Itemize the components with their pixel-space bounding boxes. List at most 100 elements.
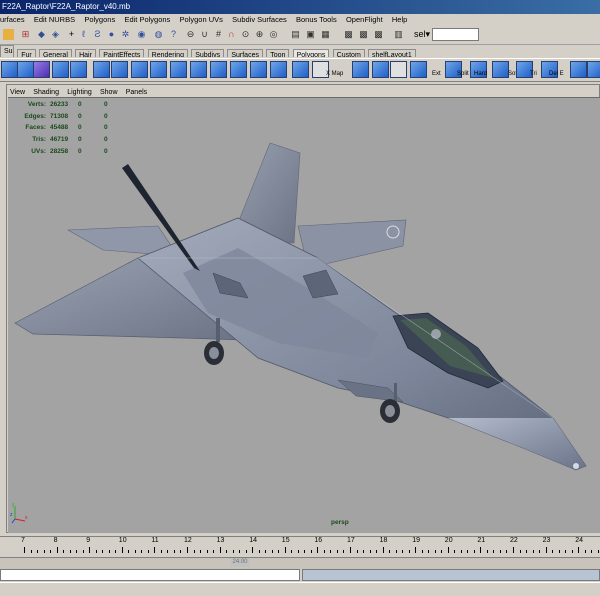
- snap-curve-icon[interactable]: ∩: [226, 29, 237, 40]
- menu-polygon-uvs[interactable]: Polygon UVs: [180, 15, 223, 24]
- timeline-tick-mark: [37, 550, 39, 553]
- poly-quadrangulate-icon[interactable]: [292, 61, 309, 78]
- panel-menu-shading[interactable]: Shading: [33, 89, 59, 96]
- clapper-ipr-icon[interactable]: ▩: [358, 29, 369, 40]
- timeline-tick-mark: [499, 550, 501, 553]
- poly-cube-icon[interactable]: [17, 61, 34, 78]
- poly-boolean-icon[interactable]: [170, 61, 187, 78]
- timeline-tick-label: 9: [86, 537, 91, 544]
- menu-help[interactable]: Help: [392, 15, 407, 24]
- mode-selector-icon[interactable]: [3, 29, 14, 40]
- tab-toon[interactable]: Toon: [266, 49, 290, 57]
- menu-surfaces[interactable]: urfaces: [0, 15, 25, 24]
- sphere-icon[interactable]: ●: [106, 29, 117, 40]
- poly-separate-icon[interactable]: [131, 61, 148, 78]
- panel-menu-lighting[interactable]: Lighting: [67, 89, 92, 96]
- poly-extract-icon[interactable]: [150, 61, 167, 78]
- perspective-viewport[interactable]: [8, 97, 600, 533]
- menu-edit-nurbs[interactable]: Edit NURBS: [34, 15, 75, 24]
- make-live-icon[interactable]: ◎: [268, 29, 279, 40]
- clapper-icon[interactable]: ▩: [343, 29, 354, 40]
- menu-polygons[interactable]: Polygons: [84, 15, 115, 24]
- snap-point-icon[interactable]: ⊙: [240, 29, 251, 40]
- soften-edge-icon[interactable]: [492, 61, 509, 78]
- poly-sphere-icon[interactable]: [1, 61, 18, 78]
- hud-value: 0: [78, 101, 82, 108]
- snap-view-icon[interactable]: ⊕: [254, 29, 265, 40]
- input-line-icon[interactable]: ▥: [393, 29, 404, 40]
- menu-edit-polygons[interactable]: Edit Polygons: [124, 15, 170, 24]
- tab-fur[interactable]: Fur: [17, 49, 36, 57]
- tab-hair[interactable]: Hair: [75, 49, 96, 57]
- ipr-icon[interactable]: ▦: [320, 29, 331, 40]
- timeline-tick-label: 15: [281, 537, 290, 544]
- menu-subdiv-surfaces[interactable]: Subdiv Surfaces: [232, 15, 287, 24]
- panel-menu-view[interactable]: View: [10, 89, 25, 96]
- timeline-tick-mark: [408, 550, 410, 553]
- poly-triangulate-icon[interactable]: [270, 61, 287, 78]
- tab-subdivs-2[interactable]: Subdivs: [191, 49, 225, 57]
- tab-rendering[interactable]: Rendering: [147, 49, 188, 57]
- extrude-face-icon[interactable]: [352, 61, 369, 78]
- menu-openflight[interactable]: OpenFlight: [346, 15, 383, 24]
- gear-icon[interactable]: ✲: [120, 29, 131, 40]
- poly-tool-2-icon[interactable]: [587, 61, 600, 78]
- hud-value: 26233: [50, 101, 69, 108]
- lock-icon[interactable]: ⊖: [185, 29, 196, 40]
- tab-general[interactable]: General: [38, 49, 72, 57]
- selection-input[interactable]: [432, 28, 479, 41]
- checker-icon[interactable]: [390, 61, 407, 78]
- tab-surfaces[interactable]: Surfaces: [227, 49, 263, 57]
- selection-mode-dropdown[interactable]: sel▾: [413, 29, 431, 40]
- rotate-icon[interactable]: ◉: [136, 29, 147, 40]
- range-end-field[interactable]: 24.00: [230, 558, 250, 567]
- render-globals-icon[interactable]: ▩: [373, 29, 384, 40]
- timeline-tick-mark: [193, 550, 195, 553]
- hud-label: Verts:: [27, 101, 46, 108]
- tab-painteffects[interactable]: PaintEffects: [99, 49, 145, 57]
- poly-plane-icon[interactable]: [52, 61, 69, 78]
- curve-icon[interactable]: Ƨ: [92, 29, 103, 40]
- poly-mirror-icon[interactable]: [230, 61, 247, 78]
- globe-icon[interactable]: ◍: [153, 29, 164, 40]
- poly-combine-icon[interactable]: [111, 61, 128, 78]
- poly-torus-icon[interactable]: [70, 61, 87, 78]
- timeline-tick-label: 16: [314, 537, 323, 544]
- select-by-hierarchy-icon[interactable]: ⊞: [20, 29, 31, 40]
- history-icon[interactable]: ▤: [290, 29, 301, 40]
- tab-custom[interactable]: Custom: [332, 49, 365, 57]
- timeline-tick-mark: [539, 550, 541, 553]
- timeline-tick-mark: [382, 547, 384, 553]
- lasso-icon[interactable]: ℓ: [78, 29, 89, 40]
- poly-reduce-icon[interactable]: [210, 61, 227, 78]
- merge-vertex-icon[interactable]: [410, 61, 427, 78]
- poly-cylinder-icon[interactable]: [33, 61, 50, 78]
- tab-subdivs[interactable]: Subdivs: [0, 45, 14, 57]
- poly-tool-icon[interactable]: [570, 61, 587, 78]
- tab-polygons[interactable]: Polygons: [292, 49, 330, 57]
- poly-cone-icon[interactable]: [93, 61, 110, 78]
- timeline-tick-label: 19: [412, 537, 420, 544]
- select-by-component-icon[interactable]: ◈: [50, 29, 61, 40]
- shelf-label-hard: Hard: [474, 71, 488, 77]
- timeline-tick-mark: [167, 550, 169, 553]
- range-slider[interactable]: [0, 557, 600, 569]
- command-line-input[interactable]: [0, 569, 300, 581]
- timeline-tick-mark: [310, 550, 312, 553]
- magnet-icon[interactable]: ∪: [199, 29, 210, 40]
- render-icon[interactable]: ▣: [305, 29, 316, 40]
- poly-smooth-icon[interactable]: [190, 61, 207, 78]
- menu-bonus-tools[interactable]: Bonus Tools: [296, 15, 337, 24]
- question-icon[interactable]: ?: [168, 29, 179, 40]
- panel-menu-show[interactable]: Show: [100, 89, 118, 96]
- camera-label: persp: [331, 519, 349, 526]
- snap-grid-icon[interactable]: #: [213, 29, 224, 40]
- timeline-tick-mark: [239, 550, 241, 553]
- tab-shelflayout1[interactable]: shelfLayout1: [368, 49, 416, 57]
- panel-menu-panels[interactable]: Panels: [126, 89, 147, 96]
- split-poly-icon[interactable]: [372, 61, 389, 78]
- plus-icon[interactable]: +: [66, 29, 77, 40]
- poly-fill-hole-icon[interactable]: [250, 61, 267, 78]
- timeline-tick-mark: [147, 550, 149, 553]
- select-by-object-icon[interactable]: ◆: [36, 29, 47, 40]
